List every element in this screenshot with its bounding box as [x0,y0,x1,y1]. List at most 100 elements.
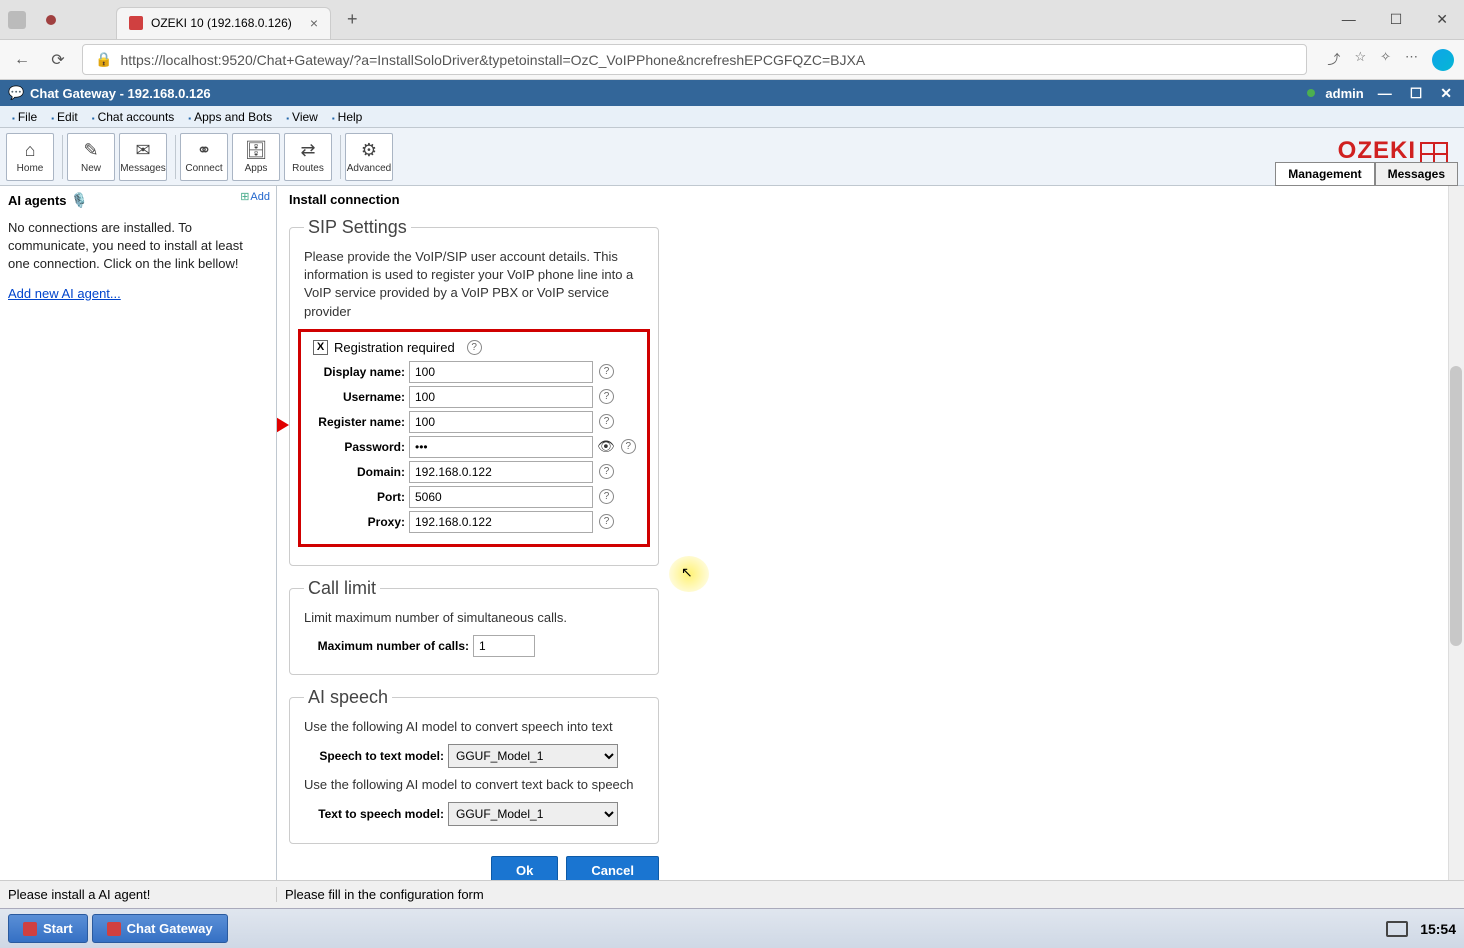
toolbar: ⌂Home ✎New ✉Messages ⚭Connect 🗄Apps ⇄Rou… [0,128,1464,186]
window-minimize-icon[interactable]: — [1334,7,1364,32]
call-limit-group: Call limit Limit maximum number of simul… [289,578,659,675]
new-icon: ✎ [83,140,98,161]
ai-speech-legend: AI speech [304,687,392,708]
help-icon[interactable]: ? [599,464,614,479]
password-input[interactable] [409,436,593,458]
toolbar-messages[interactable]: ✉Messages [119,133,167,181]
menu-help[interactable]: Help [326,108,369,126]
profile-icon[interactable] [8,11,26,29]
registration-required-label: Registration required [334,340,455,355]
status-left: Please install a AI agent! [0,887,277,902]
back-button[interactable]: ← [10,48,34,72]
menu-chat-accounts[interactable]: Chat accounts [86,108,181,126]
display-name-input[interactable] [409,361,593,383]
status-bar: Please install a AI agent! Please fill i… [0,880,1464,908]
lock-icon: 🔒 [95,51,112,68]
sip-settings-group: SIP Settings Please provide the VoIP/SIP… [289,217,659,566]
app-minimize-icon[interactable]: — [1374,83,1396,103]
start-button[interactable]: Start [8,914,88,943]
more-icon[interactable]: ⋯ [1405,49,1418,71]
help-icon[interactable]: ? [621,439,636,454]
tab-title: OZEKI 10 (192.168.0.126) [151,16,292,30]
url-input[interactable]: 🔒 https://localhost:9520/Chat+Gateway/?a… [82,44,1307,75]
app-icon: 💬 [8,85,24,101]
collections-icon[interactable]: ✧ [1380,49,1391,71]
call-limit-legend: Call limit [304,578,380,599]
favorite-icon[interactable]: ☆ [1354,49,1366,71]
content-panel: Install connection SIP Settings Please p… [277,186,1464,880]
help-icon[interactable]: ? [599,364,614,379]
tab-close-icon[interactable]: × [310,15,318,31]
window-maximize-icon[interactable]: ☐ [1382,7,1411,32]
ai-speech-group: AI speech Use the following AI model to … [289,687,659,844]
user-label[interactable]: admin [1325,86,1363,101]
new-tab-button[interactable]: + [347,9,358,30]
url-text: https://localhost:9520/Chat+Gateway/?a=I… [120,52,865,68]
workspace-icon[interactable] [46,15,56,25]
highlighted-form-area: X Registration required ? Display name:?… [298,329,650,547]
apps-icon: 🗄 [245,140,268,161]
clock: 15:54 [1420,921,1456,937]
ok-button[interactable]: Ok [491,856,558,880]
stt-model-select[interactable]: GGUF_Model_1 [448,744,618,768]
scrollbar-thumb[interactable] [1450,366,1462,646]
messages-icon: ✉ [135,140,150,161]
address-bar: ← ⟳ 🔒 https://localhost:9520/Chat+Gatewa… [0,40,1464,80]
menu-apps-bots[interactable]: Apps and Bots [182,108,278,126]
tab-messages[interactable]: Messages [1375,162,1458,186]
ai-speech-desc2: Use the following AI model to convert te… [304,776,644,794]
toolbar-new[interactable]: ✎New [67,133,115,181]
help-icon[interactable]: ? [467,340,482,355]
home-icon: ⌂ [25,140,36,161]
ai-agents-icon: 🎙️ [71,192,88,209]
app-close-icon[interactable]: ✕ [1436,83,1456,104]
registration-required-checkbox[interactable]: X [313,340,328,355]
menu-edit[interactable]: Edit [45,108,84,126]
domain-input[interactable] [409,461,593,483]
help-icon[interactable]: ? [599,489,614,504]
add-agent-link[interactable]: Add new AI agent... [8,286,121,301]
toolbar-apps[interactable]: 🗄Apps [232,133,280,181]
menu-file[interactable]: File [6,108,43,126]
read-aloud-icon[interactable]: ⤴ [1327,49,1340,71]
left-panel: AI agents 🎙️ Add No connections are inst… [0,186,277,880]
panel-title: AI agents 🎙️ [8,192,268,209]
cancel-button[interactable]: Cancel [566,856,659,880]
toolbar-advanced[interactable]: ⚙Advanced [345,133,393,181]
start-icon [23,922,37,936]
username-input[interactable] [409,386,593,408]
tts-model-select[interactable]: GGUF_Model_1 [448,802,618,826]
window-close-icon[interactable]: ✕ [1428,7,1456,32]
app-title: Chat Gateway - 192.168.0.126 [30,86,211,101]
app-header: 💬 Chat Gateway - 192.168.0.126 admin — ☐… [0,80,1464,106]
sip-legend: SIP Settings [304,217,411,238]
help-icon[interactable]: ? [599,514,614,529]
refresh-button[interactable]: ⟳ [46,48,70,72]
copilot-icon[interactable] [1432,49,1454,71]
taskbar: Start Chat Gateway 15:54 [0,908,1464,948]
taskbar-app-button[interactable]: Chat Gateway [92,914,228,943]
proxy-input[interactable] [409,511,593,533]
scrollbar[interactable] [1448,186,1464,880]
port-input[interactable] [409,486,593,508]
help-icon[interactable]: ? [599,414,614,429]
register-name-input[interactable] [409,411,593,433]
add-link[interactable]: Add [240,190,270,203]
annotation-arrow-icon [277,377,289,473]
max-calls-input[interactable] [473,635,535,657]
app-maximize-icon[interactable]: ☐ [1406,83,1427,104]
toolbar-home[interactable]: ⌂Home [6,133,54,181]
gear-icon: ⚙ [361,140,377,161]
menu-view[interactable]: View [280,108,324,126]
show-password-icon[interactable]: 👁 [597,438,615,455]
toolbar-connect[interactable]: ⚭Connect [180,133,228,181]
browser-tab[interactable]: OZEKI 10 (192.168.0.126) × [116,7,331,39]
help-icon[interactable]: ? [599,389,614,404]
routes-icon: ⇄ [300,140,315,161]
ai-speech-desc1: Use the following AI model to convert sp… [304,718,644,736]
call-limit-description: Limit maximum number of simultaneous cal… [304,609,644,627]
keyboard-icon[interactable] [1386,921,1408,937]
toolbar-routes[interactable]: ⇄Routes [284,133,332,181]
connect-icon: ⚭ [196,140,211,161]
tab-management[interactable]: Management [1275,162,1374,186]
